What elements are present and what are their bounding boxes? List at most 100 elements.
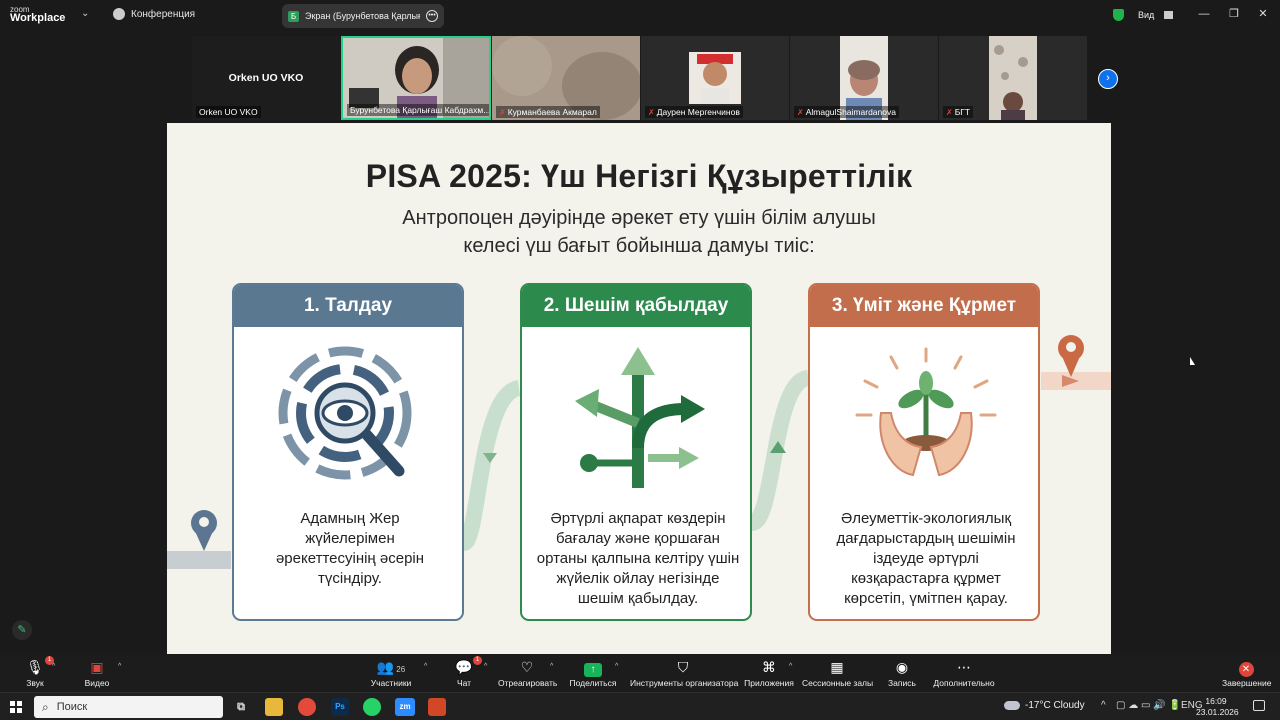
- heart-icon: ♡: [520, 659, 534, 675]
- weather-text: -17°C Cloudy: [1025, 700, 1085, 711]
- view-button[interactable]: Вид: [1113, 6, 1185, 24]
- competency-card-analysis: 1. Талдау Адамның Жер жүйелерімен әрекет…: [232, 283, 464, 621]
- participants-caret-icon[interactable]: ^: [424, 663, 427, 670]
- video-options-caret-icon[interactable]: ^: [118, 663, 121, 670]
- video-button[interactable]: ▣ Видео: [82, 657, 112, 688]
- audio-options-caret-icon[interactable]: ^: [52, 663, 55, 670]
- tray-chevron-icon[interactable]: ^: [1101, 700, 1106, 711]
- participant-name: ✗ AlmagulShaimardanova: [794, 106, 899, 118]
- more-dots-icon: ⋯: [957, 659, 971, 675]
- microphone-icon: 🎙 1: [22, 656, 54, 677]
- breakout-label: Сессионные залы: [802, 678, 874, 688]
- card-description: Адамның Жер жүйелерімен әрекеттесуінің ә…: [275, 510, 425, 587]
- shared-screen-slide: PISA 2025: Үш Негізгі Құзыреттілік Антро…: [167, 123, 1111, 654]
- audio-button[interactable]: 🎙 1 Звук: [22, 656, 54, 688]
- card-header: 2. Шешім қабылдау: [522, 285, 750, 327]
- apps-icon: ⌘: [762, 659, 776, 675]
- file-explorer-icon[interactable]: [265, 698, 283, 716]
- share-tab-label: Экран (Бурунбетова Қарлығаш Кабдрахм: [305, 11, 420, 21]
- participant-name: Бурунбетова Қарлығаш Кабдрахм...: [347, 104, 489, 116]
- meeting-toolbar: 🎙 1 Звук ^ ▣ Видео ^ 👥 26 Участники ^ 💬 1 Ч…: [0, 655, 1280, 692]
- task-view-icon[interactable]: ⧉: [232, 698, 250, 716]
- close-icon[interactable]: ✕: [1256, 7, 1270, 21]
- participant-tile[interactable]: ✗ AlmagulShaimardanova: [790, 36, 938, 120]
- record-label: Запись: [888, 678, 916, 688]
- host-tools-button[interactable]: ⛉ Инструменты организатора: [630, 657, 739, 688]
- weather-widget[interactable]: -17°C Cloudy: [1004, 700, 1085, 711]
- location-pin-right-icon: [1058, 335, 1084, 377]
- clock-time: 16:09: [1205, 696, 1227, 706]
- participant-name: ✗ БГТ: [943, 106, 974, 118]
- taskbar-search-box[interactable]: ⌕ Поиск: [34, 696, 223, 718]
- participant-tile[interactable]: ✗ БГТ: [939, 36, 1087, 120]
- react-label: Отреагировать: [498, 678, 558, 688]
- photoshop-icon[interactable]: Ps: [331, 698, 349, 716]
- tray-apps-icon[interactable]: ▢ ☁ ▭ 🔊 🔋: [1116, 700, 1181, 711]
- taskbar-clock[interactable]: 16:09 23.01.2026: [1196, 696, 1239, 718]
- breakout-rooms-button[interactable]: ▦ Сессионные залы: [802, 657, 874, 688]
- participant-tile-self[interactable]: Orken UO VKO Orken UO VKO: [192, 36, 340, 120]
- logo-bottom-text: Workplace: [10, 12, 66, 24]
- host-tools-label: Инструменты организатора: [630, 678, 739, 688]
- chat-caret-icon[interactable]: ^: [484, 663, 487, 670]
- react-button[interactable]: ♡ Отреагировать: [498, 657, 558, 688]
- participants-count: 26: [396, 665, 406, 674]
- share-button[interactable]: ↑ Поделиться: [569, 657, 617, 688]
- end-call-icon: ✕: [1222, 657, 1270, 677]
- audio-label: Звук: [26, 678, 44, 688]
- participants-label: Участники: [370, 678, 412, 688]
- paw-icon: [113, 8, 125, 20]
- more-icon[interactable]: •••: [426, 10, 438, 22]
- apps-button[interactable]: ⌘ Приложения: [744, 657, 794, 688]
- hands-sprout-icon: [855, 347, 997, 477]
- competency-card-decision: 2. Шешім қабылдау Әртүрлі ақпарат көздер…: [520, 283, 752, 621]
- card-header: 3. Үміт және Құрмет: [810, 285, 1038, 327]
- share-caret-icon[interactable]: ^: [615, 663, 618, 670]
- react-caret-icon[interactable]: ^: [550, 663, 553, 670]
- annotate-pencil-icon[interactable]: ✎: [12, 620, 32, 640]
- zoom-window: zoom Workplace ⌄ Конференция Б Экран (Бу…: [0, 0, 1280, 720]
- windows-taskbar: ⌕ Поиск ⧉ Ps zm -17°C Cloudy ^ ▢ ☁ ▭ 🔊 🔋…: [0, 692, 1280, 720]
- self-name-tag: Orken UO VKO: [196, 106, 261, 118]
- whatsapp-icon[interactable]: [363, 698, 381, 716]
- minimize-icon[interactable]: —: [1197, 7, 1211, 21]
- participant-name: ✗ Курманбаева Акмарал: [496, 106, 600, 118]
- participants-button[interactable]: 👥 26 Участники: [368, 657, 414, 688]
- participant-tile[interactable]: ✗ Даурен Мергенчинов: [641, 36, 789, 120]
- cloud-icon: [1004, 701, 1020, 710]
- screen-share-tab[interactable]: Б Экран (Бурунбетова Қарлығаш Кабдрахм •…: [282, 4, 444, 28]
- share-label: Поделиться: [569, 678, 617, 688]
- mic-muted-icon: ✗: [648, 108, 655, 117]
- participant-tile[interactable]: ✗ Курманбаева Акмарал: [492, 36, 640, 120]
- participant-tile-active-speaker[interactable]: Бурунбетова Қарлығаш Кабдрахм...: [341, 36, 491, 120]
- conference-menu[interactable]: Конференция: [113, 8, 195, 20]
- powerpoint-icon[interactable]: [428, 698, 446, 716]
- location-pin-left-icon: [191, 510, 217, 551]
- slide-subtitle: Антропоцен дәуірінде әрекет ету үшін біл…: [167, 204, 1111, 260]
- self-name-large: Orken UO VKO: [228, 72, 304, 84]
- more-label: Дополнительно: [933, 678, 995, 688]
- chevron-down-icon[interactable]: ⌄: [81, 8, 89, 19]
- competency-card-hope-respect: 3. Үміт және Құрмет Әлеуметтік-экологиял…: [808, 283, 1040, 621]
- windows-start-icon[interactable]: [10, 701, 22, 713]
- record-button[interactable]: ◉ Запись: [886, 657, 918, 688]
- restore-icon[interactable]: ❐: [1227, 7, 1241, 21]
- chat-label: Чат: [456, 678, 472, 688]
- card-description: Әлеуметтік-экологиялық дағдарыстардың ше…: [836, 510, 1016, 607]
- share-tab-icon: Б: [288, 10, 299, 22]
- chrome-icon[interactable]: [298, 698, 316, 716]
- next-page-arrow-icon[interactable]: ›: [1098, 69, 1118, 89]
- apps-caret-icon[interactable]: ^: [789, 663, 792, 670]
- analysis-eye-magnifier-icon: [278, 346, 412, 480]
- chat-button[interactable]: 💬 1 Чат: [452, 656, 482, 688]
- card-description: Әртүрлі ақпарат көздерін бағалау және қо…: [536, 510, 740, 607]
- mouse-cursor-icon: [1190, 357, 1195, 365]
- zoom-app-icon[interactable]: zm: [395, 698, 415, 716]
- record-icon: ◉: [895, 659, 909, 675]
- shield-icon: ⛉: [677, 659, 689, 675]
- video-off-icon: ▣: [90, 659, 104, 675]
- mic-muted-icon: ✗: [946, 108, 953, 117]
- end-meeting-button[interactable]: ✕ Завершение: [1222, 657, 1271, 688]
- more-button[interactable]: ⋯ Дополнительно: [932, 657, 996, 688]
- notification-icon[interactable]: [1253, 700, 1265, 711]
